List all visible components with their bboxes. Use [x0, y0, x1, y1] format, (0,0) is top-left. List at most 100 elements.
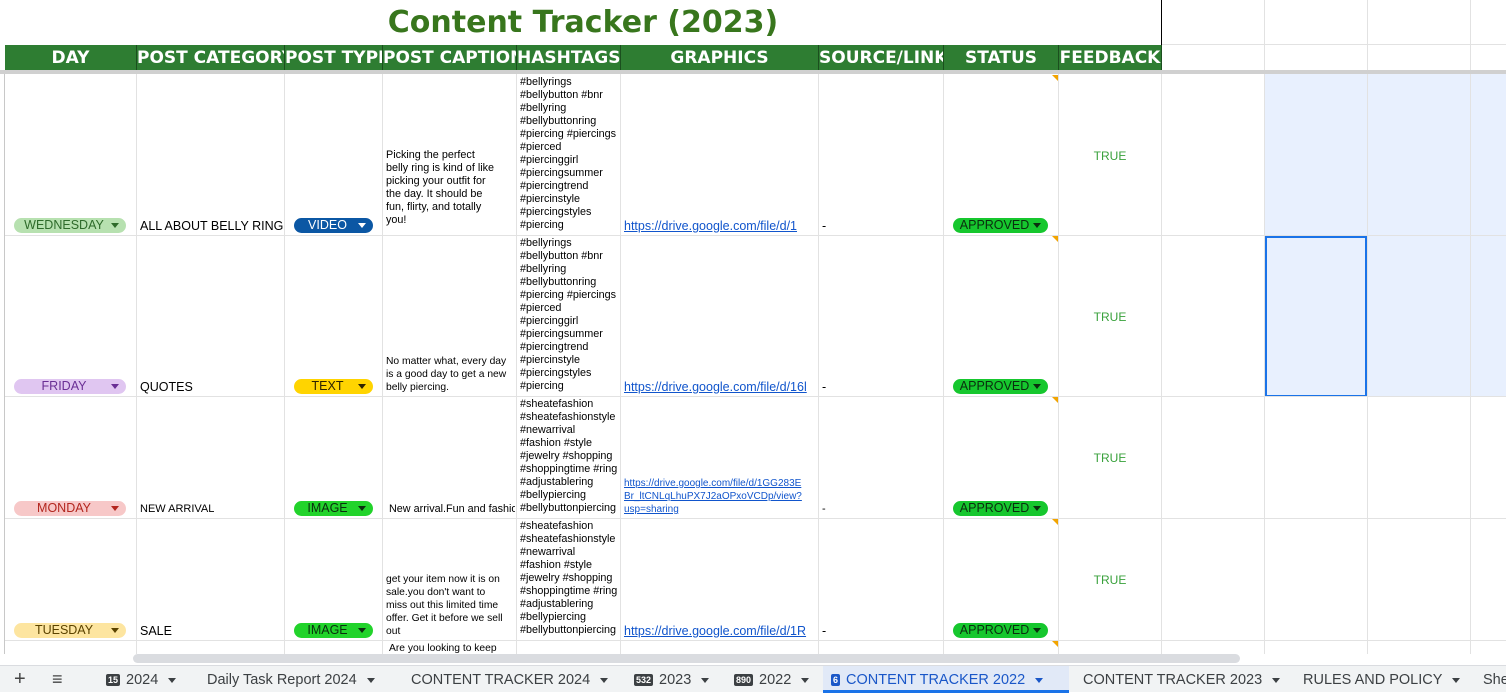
chevron-down-icon — [1035, 677, 1044, 683]
type-dropdown-chip[interactable]: TEXT — [294, 379, 373, 394]
hashtags-cell[interactable]: #bellyrings #bellybutton #bnr #bellyring… — [520, 76, 620, 235]
active-cell[interactable] — [1265, 236, 1367, 397]
category-cell[interactable]: NEW ARRIVAL — [140, 503, 283, 515]
feedback-cell[interactable]: TRUE — [1060, 573, 1160, 587]
source-cell[interactable]: - — [822, 624, 826, 638]
category-cell[interactable]: QUOTES — [140, 380, 283, 394]
empty-cell[interactable] — [1161, 0, 1265, 45]
caption-cell[interactable]: get your item now it is on sale.you don'… — [386, 573, 515, 640]
header-day[interactable]: DAY — [5, 45, 137, 71]
tab-label: 2022 — [759, 672, 792, 688]
feedback-cell[interactable]: TRUE — [1060, 149, 1160, 163]
chip-label: APPROVED — [959, 218, 1030, 232]
col-divider — [1470, 74, 1471, 654]
horizontal-scrollbar[interactable] — [133, 654, 1240, 663]
category-cell[interactable]: SALE — [140, 624, 283, 638]
tab-rules-and-policy[interactable]: RULES AND POLICY — [1295, 666, 1461, 693]
row-divider — [5, 235, 1506, 236]
header-post-type[interactable]: POST TYPE — [285, 45, 383, 71]
header-post-caption[interactable]: POST CAPTION — [383, 45, 517, 71]
empty-cell[interactable] — [1367, 0, 1471, 45]
tab-label: 2024 — [126, 672, 159, 688]
graphics-link[interactable]: https://drive.google.com/file/d/1 — [624, 219, 817, 233]
note-indicator-icon[interactable] — [1052, 397, 1058, 403]
graphics-link[interactable]: https://drive.google.com/file/d/16l — [624, 380, 817, 394]
tab-label: CONTENT TRACKER 2023 — [1083, 672, 1263, 688]
hashtags-cell[interactable]: #bellyrings #bellybutton #bnr #bellyring… — [520, 237, 620, 396]
tab-content-tracker-2023[interactable]: CONTENT TRACKER 2023 — [1075, 666, 1281, 693]
category-cell[interactable]: ALL ABOUT BELLY RINGS — [140, 219, 283, 233]
source-cell[interactable]: - — [822, 503, 826, 515]
empty-cell[interactable] — [1470, 0, 1506, 45]
caption-cell-partial[interactable]: Are you looking to keep — [389, 642, 515, 654]
all-sheets-menu-icon[interactable]: ≡ — [44, 666, 63, 693]
chip-label: TEXT — [311, 379, 344, 393]
add-sheet-button[interactable]: + — [6, 666, 26, 693]
empty-cell[interactable] — [1161, 45, 1265, 71]
note-indicator-icon[interactable] — [1052, 75, 1058, 81]
note-indicator-icon[interactable] — [1052, 519, 1058, 525]
type-dropdown-chip[interactable]: VIDEO — [294, 218, 373, 233]
chip-label: APPROVED — [959, 379, 1030, 393]
header-post-category[interactable]: POST CATEGORY — [137, 45, 285, 71]
header-source-link[interactable]: SOURCE/LINK — [819, 45, 944, 71]
note-indicator-icon[interactable] — [1052, 641, 1058, 647]
status-dropdown-chip[interactable]: APPROVED — [953, 379, 1048, 394]
spreadsheet-grid[interactable]: Content Tracker (2023) DAY POST CATEGORY… — [0, 0, 1506, 665]
chevron-down-icon — [1033, 628, 1041, 633]
tab-content-tracker-2024[interactable]: CONTENT TRACKER 2024 — [403, 666, 609, 693]
row-divider — [5, 396, 1506, 397]
graphics-link[interactable]: https://drive.google.com/file/d/1R — [624, 624, 817, 638]
status-dropdown-chip[interactable]: APPROVED — [953, 623, 1048, 638]
header-graphics[interactable]: GRAPHICS — [621, 45, 819, 71]
tab-content-tracker-2022[interactable]: 6 CONTENT TRACKER 2022 — [823, 666, 1069, 693]
sheet-tab-bar: + ≡ 15 2024 Daily Task Report 2024 CONTEN… — [0, 665, 1506, 693]
hashtags-cell[interactable]: #sheatefashion #sheatefashionstyle #newa… — [520, 520, 620, 640]
feedback-cell[interactable]: TRUE — [1060, 310, 1160, 324]
header-feedback[interactable]: FEEDBACK — [1059, 45, 1162, 71]
status-dropdown-chip[interactable]: APPROVED — [953, 501, 1048, 516]
type-dropdown-chip[interactable]: IMAGE — [294, 501, 373, 516]
caption-cell[interactable]: Picking the perfect belly ring is kind o… — [386, 149, 515, 235]
empty-cell[interactable] — [1367, 45, 1471, 71]
chip-label: IMAGE — [307, 501, 348, 515]
empty-cell[interactable] — [1264, 0, 1368, 45]
chevron-down-icon — [358, 223, 366, 228]
col-divider — [1264, 74, 1265, 654]
type-dropdown-chip[interactable]: IMAGE — [294, 623, 373, 638]
header-hashtags[interactable]: HASHTAGS — [517, 45, 621, 71]
tab-daily-task-report-2024[interactable]: Daily Task Report 2024 — [199, 666, 375, 693]
chevron-down-icon — [1272, 677, 1281, 683]
chip-label: FRIDAY — [41, 379, 87, 393]
day-dropdown-chip[interactable]: MONDAY — [14, 501, 126, 516]
source-cell[interactable]: - — [822, 380, 826, 394]
sheet-title[interactable]: Content Tracker (2023) — [5, 0, 1162, 45]
tab-label: She — [1483, 672, 1506, 688]
chevron-down-icon — [600, 677, 609, 683]
sheet-badge: 6 — [831, 674, 841, 686]
chevron-down-icon — [701, 677, 710, 683]
col-divider — [620, 74, 621, 654]
chevron-down-icon — [111, 628, 119, 633]
header-status[interactable]: STATUS — [944, 45, 1059, 71]
graphics-link[interactable]: https://drive.google.com/file/d/1GG283E … — [624, 477, 818, 517]
tab-sheet-partial[interactable]: She — [1475, 666, 1506, 693]
feedback-cell[interactable]: TRUE — [1060, 451, 1160, 465]
tab-2023[interactable]: 532 2023 — [626, 666, 710, 693]
day-dropdown-chip[interactable]: FRIDAY — [14, 379, 126, 394]
tab-label: 2023 — [659, 672, 692, 688]
caption-cell[interactable]: No matter what, every day is a good day … — [386, 355, 515, 396]
hashtags-cell[interactable]: #sheatefashion #sheatefashionstyle #newa… — [520, 398, 620, 518]
tab-2022[interactable]: 890 2022 — [726, 666, 810, 693]
note-indicator-icon[interactable] — [1052, 236, 1058, 242]
day-dropdown-chip[interactable]: TUESDAY — [14, 623, 126, 638]
source-cell[interactable]: - — [822, 219, 826, 233]
caption-cell[interactable]: New arrival.Fun and fashion — [389, 503, 515, 517]
day-dropdown-chip[interactable]: WEDNESDAY — [14, 218, 126, 233]
tab-2024[interactable]: 15 2024 — [98, 666, 177, 693]
status-dropdown-chip[interactable]: APPROVED — [953, 218, 1048, 233]
chip-label: TUESDAY — [34, 623, 94, 637]
empty-cell[interactable] — [1470, 45, 1506, 71]
chevron-down-icon — [111, 223, 119, 228]
empty-cell[interactable] — [1264, 45, 1368, 71]
